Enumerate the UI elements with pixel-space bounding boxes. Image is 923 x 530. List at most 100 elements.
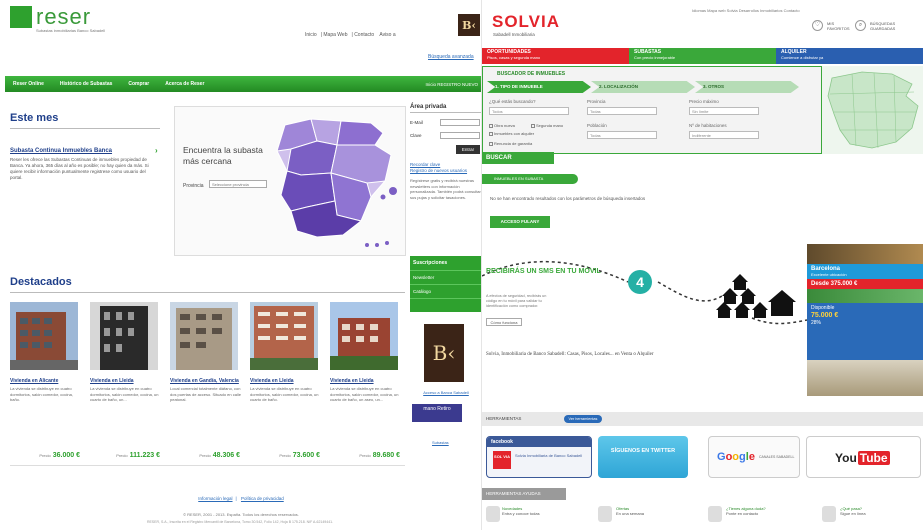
no-results-text: No se han encontrado resultados con los … xyxy=(490,196,646,201)
property-card[interactable]: Vivienda en Lleida La vivienda se distri… xyxy=(330,302,402,459)
busqueda-avanzada-link[interactable]: Búsqueda avanzada xyxy=(428,54,474,60)
info-legal-link[interactable]: Información legal xyxy=(198,496,232,501)
como-funciona-button[interactable]: Cómo funciona xyxy=(486,318,522,326)
solvia-logo-sub: Sabadell Inmobiliaria xyxy=(493,32,535,37)
twitter-tile[interactable]: SÍGUENOS EN TWITTER xyxy=(598,436,688,478)
top-link-inicio[interactable]: Inicio xyxy=(305,32,317,38)
solvia-fb-logo-icon: SOL VIA xyxy=(493,451,511,469)
nav-comprar[interactable]: Comprar xyxy=(120,81,157,87)
property-title[interactable]: Vivienda en Lleida xyxy=(250,378,322,384)
precio-select[interactable]: Sin límite xyxy=(689,107,759,115)
provincia-select[interactable]: Seleccione provincia xyxy=(209,180,267,188)
reser-main-nav: Reser Online Histórico de Subastas Compr… xyxy=(5,76,481,92)
nav-reser-online[interactable]: Reser Online xyxy=(5,81,52,87)
entrar-button[interactable]: Entrar xyxy=(456,145,480,154)
property-card[interactable]: Vivienda en Alicante La vivienda se dist… xyxy=(10,302,82,459)
property-card[interactable]: Vivienda en Gandía, Valencia Local comer… xyxy=(170,302,242,459)
copyright: © RESER, 2001 - 2013. España. Todos los … xyxy=(183,512,299,517)
segunda-mano-checkbox[interactable]: Segunda mano xyxy=(531,123,563,128)
facebook-text: Solvia Inmobiliaria de Banco Sabadell xyxy=(515,453,583,458)
tab-subastas[interactable]: SUBASTAS Con precio inmejorable xyxy=(629,48,776,64)
buscador-panel: BUSCADOR DE INMUEBLES 1. TIPO DE INMUEBL… xyxy=(482,66,822,154)
herramientas-bar: HERRAMIENTAS Ver herramientas xyxy=(482,412,923,426)
mano-retiro-banner[interactable]: mano Retiro xyxy=(412,404,462,422)
nav-historico[interactable]: Histórico de Subastas xyxy=(52,81,121,87)
destacados-heading: Destacados xyxy=(10,276,72,288)
top-link-contacto[interactable]: Contacto xyxy=(354,32,374,38)
ayuda-ofertas[interactable]: Ofertas En una semana xyxy=(616,506,644,516)
busquedas-label[interactable]: BÚSQUEDAS GUARDADAS xyxy=(870,21,895,31)
property-title[interactable]: Vivienda en Lleida xyxy=(90,378,162,384)
habitaciones-select[interactable]: Indiferente xyxy=(689,131,759,139)
reser-logo[interactable]: reser xyxy=(36,4,91,30)
step-tipo[interactable]: 1. TIPO DE INMUEBLE xyxy=(487,81,591,93)
catalogo-link[interactable]: Catálogo xyxy=(410,285,481,299)
property-price: Precio 48.306 € xyxy=(199,452,240,459)
herramientas-pill[interactable]: Ver herramientas xyxy=(564,415,602,423)
newsletter-link[interactable]: Newsletter xyxy=(410,271,481,285)
buscar-button[interactable]: BUSCAR xyxy=(482,152,554,164)
ayuda-novedades[interactable]: Novedades Entra y conoce todas xyxy=(502,506,540,516)
property-price: Precio 111.223 € xyxy=(116,452,160,459)
duda-icon xyxy=(708,506,722,522)
poblacion-select[interactable]: Todas xyxy=(587,131,657,139)
ayuda-duda[interactable]: ¿Tienes alguna duda? Ponte en contacto xyxy=(726,506,766,516)
acceso-button[interactable]: ACCESO FULANY xyxy=(490,216,550,228)
property-photo[interactable] xyxy=(170,302,238,370)
nav-acerca[interactable]: Acerca de Reser xyxy=(157,81,212,87)
tipo-select[interactable]: Todos xyxy=(489,107,569,115)
search-icon[interactable]: ⌕ xyxy=(855,20,866,31)
mano-subastas-link[interactable]: Subastas xyxy=(432,440,449,445)
password-field[interactable] xyxy=(440,132,480,139)
facebook-tile[interactable]: facebook SOL VIA Solvia Inmobiliaria de … xyxy=(486,436,592,478)
spain-map[interactable] xyxy=(271,111,405,253)
solvia-logo[interactable]: SOLVIA xyxy=(492,12,560,32)
property-photo[interactable] xyxy=(10,302,78,370)
reser-logo-icon[interactable] xyxy=(10,6,32,28)
area-privada-title: Área privada xyxy=(410,104,481,113)
google-tile[interactable]: Google CANALES SABADELL xyxy=(708,436,800,478)
property-card[interactable]: Vivienda en Lleida La vivienda se distri… xyxy=(250,302,322,459)
property-title[interactable]: Vivienda en Alicante xyxy=(10,378,82,384)
tab-alquiler[interactable]: ALQUILER Comience a disfrutar ya xyxy=(776,48,923,64)
provincia-label: Provincia xyxy=(587,99,606,104)
property-title[interactable]: Vivienda en Lleida xyxy=(330,378,402,384)
top-link-mapa[interactable]: Mapa Web xyxy=(323,32,347,38)
property-photo[interactable] xyxy=(250,302,318,370)
poblacion-label: Población xyxy=(587,123,607,128)
bk-banner-icon[interactable]: B‹ xyxy=(424,324,464,382)
spain-map[interactable] xyxy=(822,66,923,154)
este-mes-heading: Este mes xyxy=(10,112,59,124)
provincia-select[interactable]: Todas xyxy=(587,107,657,115)
alquiler-checkbox[interactable]: Inmuebles con alquiler xyxy=(489,131,534,136)
nav-registro[interactable]: Inicio REGISTRO NUEVO xyxy=(417,82,481,87)
heart-icon[interactable]: ♡ xyxy=(812,20,823,31)
divider xyxy=(10,465,405,466)
property-photo[interactable] xyxy=(330,302,398,370)
step-otros[interactable]: 3. OTROS xyxy=(695,81,799,93)
garantia-checkbox[interactable]: Renuncia de garantía xyxy=(489,141,532,146)
favoritos-label[interactable]: MIS FAVORITOS xyxy=(827,21,851,31)
registro-link[interactable]: Registro de nuevos usuarios xyxy=(410,168,481,174)
acceso-banca-link[interactable]: Acceso a Banca Sabadell xyxy=(414,390,478,395)
step-localizacion[interactable]: 2. LOCALIZACIÓN xyxy=(591,81,695,93)
property-title[interactable]: Vivienda en Gandía, Valencia xyxy=(170,378,242,384)
tab-oportunidades[interactable]: OPORTUNIDADES Pisos, casas y segunda mano xyxy=(482,48,629,64)
email-label: E-Mail xyxy=(410,120,423,125)
solvia-top-actions: ♡ MIS FAVORITOS ⌕ BÚSQUEDAS GUARDADAS xyxy=(812,20,895,31)
chevron-right-icon[interactable]: › xyxy=(155,146,158,155)
solvia-top-links[interactable]: Idiomas Mapa web Solvia Desarrollos Inmo… xyxy=(692,8,800,13)
top-link-aviso[interactable]: Aviso a xyxy=(379,32,395,38)
privacidad-link[interactable]: Política de privacidad xyxy=(241,496,284,501)
property-photo[interactable] xyxy=(90,302,158,370)
reser-footer-links: Información legal | Política de privacida… xyxy=(198,496,284,501)
subasta-continua-link[interactable]: Subasta Continua Inmuebles Banca xyxy=(10,148,112,154)
youtube-tile[interactable]: You Tube xyxy=(806,436,921,478)
ayuda-que-pasa[interactable]: ¿Qué pasa? Sigue en línea xyxy=(840,506,866,516)
email-field[interactable] xyxy=(440,119,480,126)
inmuebles-subasta-bar[interactable]: INMUEBLES EN SUBASTA xyxy=(482,174,578,184)
bk-logo-icon[interactable]: B‹ xyxy=(458,14,480,36)
obra-nueva-checkbox[interactable]: Obra nueva xyxy=(489,123,515,128)
property-card[interactable]: Vivienda en Lleida La vivienda se distri… xyxy=(90,302,162,459)
promo-banner[interactable]: Barcelona Excelente ubicación Desde 375.0… xyxy=(807,244,923,396)
